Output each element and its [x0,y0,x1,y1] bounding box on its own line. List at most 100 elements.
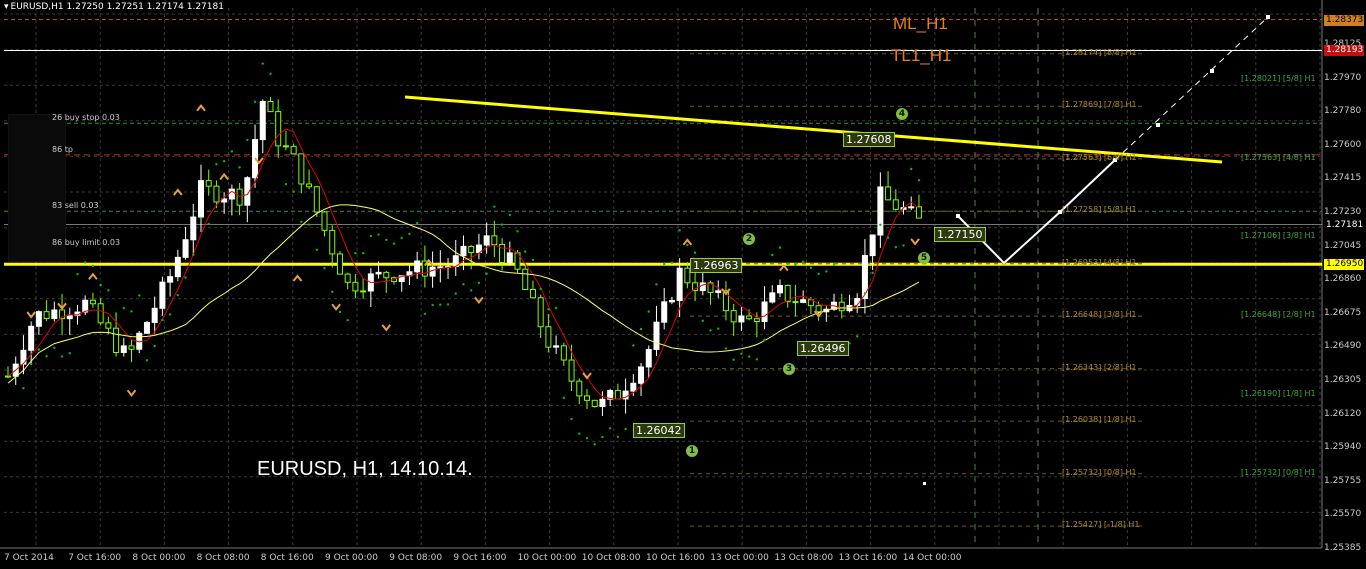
fractal-arrow [474,296,484,304]
parabolic-sar-dot [508,213,511,217]
candle-body [205,180,212,187]
parabolic-sar-dot [60,355,64,358]
murrey-label: [1.26343] [2/8] H1 [1062,362,1137,372]
wave-marker: 3 [783,363,795,375]
time-tick-label: 9 Oct 16:00 [453,553,507,563]
fractal-arrow [219,172,229,181]
wave-marker: 4 [896,108,908,120]
order-label[interactable]: 86 buy limit 0.03 [52,238,120,247]
parabolic-sar-dot [516,230,519,233]
candle-body [275,111,282,147]
candle-body [753,318,760,323]
projection-node [1156,123,1160,127]
chart-window[interactable]: ▾ EURUSD,H1 1.27250 1.27251 1.27174 1.271… [0,0,1366,569]
candle-body [568,359,575,382]
time-tick-label: 8 Oct 00:00 [132,553,186,563]
candle-body [730,310,737,323]
candle-body [468,245,475,254]
tl1-h1-label: TL1_H1 [891,46,952,65]
parabolic-sar-dot [439,303,442,306]
candle-body [383,271,390,279]
order-label[interactable]: 26 buy stop 0.03 [52,113,120,122]
parabolic-sar-dot [415,221,419,225]
parabolic-sar-dot [547,308,550,311]
candle-body [51,309,58,320]
parabolic-sar-dot [524,250,527,253]
murrey-label-right: [1.28021] [5/8] H1 [1241,74,1316,84]
candle-body [228,188,235,200]
parabolic-sar-dot [639,327,643,331]
parabolic-sar-dot [709,329,712,332]
candle-body [360,290,367,293]
parabolic-sar-dot [222,159,226,163]
candle-body [777,284,783,294]
parabolic-sar-dot [84,261,87,264]
parabolic-sar-dot [632,344,635,347]
ma-slow-line [7,204,920,384]
price-tick-label: 1.25570 [1324,509,1362,520]
parabolic-sar-dot [562,396,566,400]
candle-body [668,299,675,303]
fractal-arrow [126,389,137,397]
parabolic-sar-dot [331,290,334,293]
candle-body [699,282,706,292]
candle-body [321,211,328,231]
parabolic-sar-dot [585,436,589,440]
projection-node [1266,15,1270,19]
candle-body [537,297,544,328]
price-tick-label: 1.26490 [1324,341,1362,352]
parabolic-sar-dot [354,251,357,255]
fractal-arrow [88,272,98,280]
time-tick-label: 14 Oct 00:00 [902,553,962,563]
parabolic-sar-dot [593,443,596,446]
chart-menu-triangle-icon[interactable]: ▾ [4,2,9,12]
candle-body [553,345,560,348]
parabolic-sar-dot [107,289,110,292]
parabolic-sar-dot [130,310,133,313]
murrey-label: [1.27869] [7/8] H1 [1062,100,1137,110]
parabolic-sar-dot [570,417,573,421]
parabolic-sar-dot [238,166,241,169]
parabolic-sar-dot [261,62,264,65]
candle-body [761,301,768,323]
parabolic-sar-dot [22,386,25,390]
murrey-label: [1.26648] [3/8] H1 [1062,310,1137,320]
time-tick-label: 8 Oct 16:00 [260,553,314,563]
parabolic-sar-dot [608,427,612,430]
price-chart-plot[interactable] [0,0,1366,569]
candle-body [89,299,96,305]
parabolic-sar-dot [230,150,234,153]
parabolic-sar-dot [53,346,56,349]
parabolic-sar-dot [554,306,558,310]
candle-body [491,235,498,246]
swing-price-box: 1.26496 [797,341,849,356]
candle-body [877,186,884,236]
parabolic-sar-dot [199,217,203,220]
order-label[interactable]: 86 tp [52,145,73,154]
parabolic-sar-dot [485,272,488,275]
wave-marker: 2 [743,233,755,245]
candle-body [306,183,313,188]
candle-body [738,315,745,323]
parabolic-sar-dot [832,263,836,266]
price-tag-support: 1.26950 [1324,259,1364,271]
price-tick-label: 1.25755 [1324,475,1362,486]
murrey-label-right: [1.27106] [3/8] H1 [1241,231,1316,241]
parabolic-sar-dot [763,338,766,342]
parabolic-sar-dot [300,220,303,224]
swing-price-box: 1.27608 [843,132,895,147]
parabolic-sar-dot [778,246,782,249]
chart-header: ▾ EURUSD,H1 1.27250 1.27251 1.27174 1.271… [4,2,224,12]
parabolic-sar-dot [346,318,349,322]
parabolic-sar-dot [377,233,380,236]
parabolic-sar-dot [539,287,542,291]
candle-body [290,145,297,155]
candle-body [869,234,876,257]
candle-body [35,311,42,327]
price-tick-label: 1.27415 [1324,173,1362,184]
order-label[interactable]: 83 sell 0.03 [52,201,99,210]
parabolic-sar-dot [809,266,813,270]
time-tick-label: 13 Oct 08:00 [774,553,834,563]
parabolic-sar-dot [740,352,743,356]
parabolic-sar-dot [114,313,118,316]
